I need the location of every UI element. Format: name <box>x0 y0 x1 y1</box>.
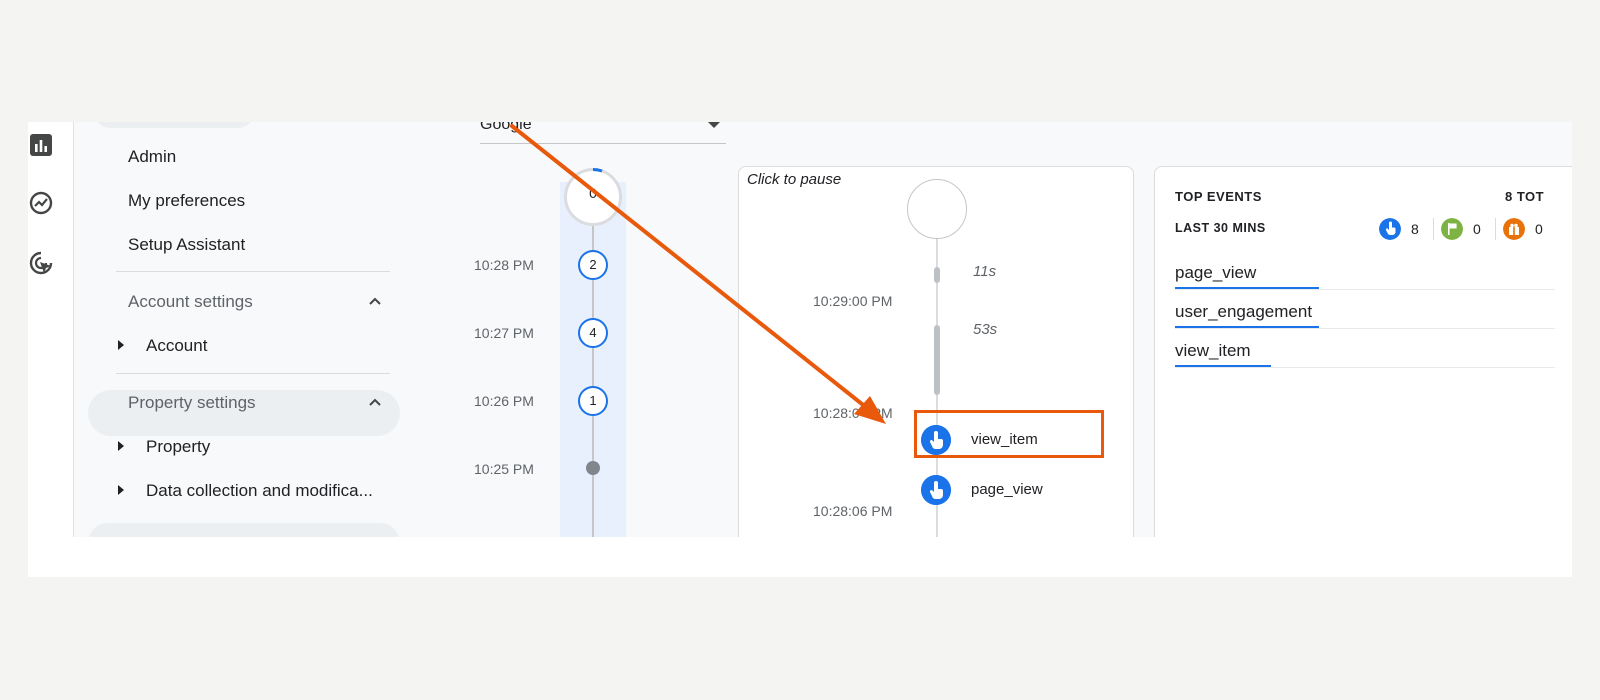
nav-divider <box>116 373 390 374</box>
account-settings-header[interactable]: Account settings <box>128 292 253 312</box>
top-events-title: TOP EVENTS <box>1175 189 1262 204</box>
event-timestamp-suffix: PM <box>871 405 893 421</box>
nav-item-property[interactable]: Property <box>146 437 210 457</box>
top-event-row[interactable]: view_item <box>1175 341 1251 361</box>
timeline-gap-segment <box>934 325 940 395</box>
gift-event-count: 0 <box>1535 221 1543 237</box>
row-divider <box>1175 328 1555 329</box>
event-timestamp: 10:28:06 PM <box>813 503 893 519</box>
current-minute-count: 0 <box>589 185 597 201</box>
click-to-pause[interactable]: Click to pause <box>747 171 841 188</box>
timeline-top-circle <box>907 179 967 239</box>
top-event-row[interactable]: page_view <box>1175 263 1256 283</box>
nav-item-data-collection[interactable]: Data collection and modifica... <box>146 481 373 501</box>
minute-time-label: 10:28 PM <box>474 257 534 273</box>
flag-badge-icon <box>1441 218 1463 240</box>
top-event-row[interactable]: user_engagement <box>1175 302 1312 322</box>
advertising-icon[interactable] <box>28 250 54 276</box>
time-range-label: LAST 30 MINS <box>1175 221 1266 235</box>
row-divider <box>1175 289 1555 290</box>
minute-time-label: 10:27 PM <box>474 325 534 341</box>
timeline-gap-segment <box>934 267 940 283</box>
touch-event-icon[interactable] <box>921 475 951 505</box>
expand-arrow-icon[interactable] <box>118 340 124 350</box>
minute-count-circle[interactable]: 1 <box>578 386 608 416</box>
minute-time-label: 10:25 PM <box>474 461 534 477</box>
expand-arrow-icon[interactable] <box>118 441 124 451</box>
caret-down-icon <box>708 122 720 128</box>
icon-rail <box>28 122 74 537</box>
count-separator <box>1495 218 1496 240</box>
minute-empty-dot[interactable] <box>586 461 600 475</box>
top-events-card: TOP EVENTS 8 TOT LAST 30 MINS 8 0 0 page… <box>1154 166 1572 537</box>
stream-filter-dropdown[interactable]: Google <box>480 122 726 144</box>
minute-count-circle[interactable]: 2 <box>578 250 608 280</box>
nav-item-account[interactable]: Account <box>146 336 207 356</box>
gap-duration: 53s <box>973 321 998 338</box>
event-timestamp: 10:29:00 PM <box>813 293 893 309</box>
stream-filter-value: Google <box>480 122 532 133</box>
expand-arrow-icon[interactable] <box>118 485 124 495</box>
nav-item-admin[interactable]: Admin <box>128 147 176 167</box>
admin-nav: Admin My preferences Setup Assistant Acc… <box>74 122 404 537</box>
top-events-total: 8 TOT <box>1505 189 1545 204</box>
gift-badge-icon <box>1503 218 1525 240</box>
annotation-highlight-box <box>914 410 1104 458</box>
event-timestamp: 10:28:0 PM <box>813 405 893 421</box>
gap-duration: 11s <box>973 263 997 280</box>
chevron-up-icon[interactable] <box>368 296 382 306</box>
event-timestamp-visible: 10:28:0 <box>813 405 860 421</box>
nav-divider <box>116 271 390 272</box>
chevron-up-icon[interactable] <box>368 397 382 407</box>
analytics-app: Admin My preferences Setup Assistant Acc… <box>28 122 1572 537</box>
count-separator <box>1433 218 1434 240</box>
minute-time-label: 10:26 PM <box>474 393 534 409</box>
nav-item-setup-assistant[interactable]: Setup Assistant <box>128 235 245 255</box>
flag-event-count: 0 <box>1473 221 1481 237</box>
explore-icon[interactable] <box>28 190 54 216</box>
row-divider <box>1175 367 1555 368</box>
nav-selected-item <box>88 523 400 537</box>
minute-count-circle[interactable]: 4 <box>578 318 608 348</box>
screenshot-frame: Admin My preferences Setup Assistant Acc… <box>28 122 1572 577</box>
property-settings-header[interactable]: Property settings <box>128 393 256 413</box>
event-timeline-card[interactable]: Click to pause 11s 53s 10:29:00 PM 10:28… <box>738 166 1134 537</box>
nav-item-my-preferences[interactable]: My preferences <box>128 191 245 211</box>
event-name[interactable]: page_view <box>971 481 1043 498</box>
touch-badge-icon <box>1379 218 1401 240</box>
nav-pill <box>94 122 254 128</box>
touch-event-count: 8 <box>1411 221 1419 237</box>
reports-icon[interactable] <box>28 132 54 158</box>
